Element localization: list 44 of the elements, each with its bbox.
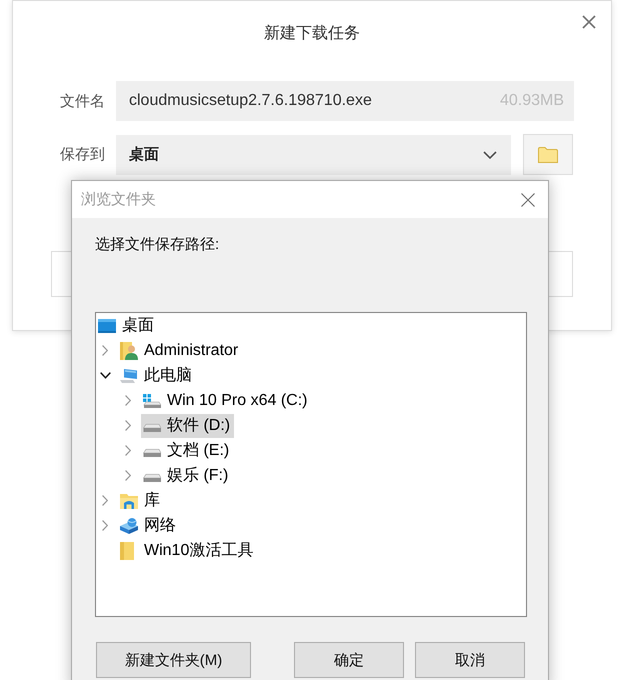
tree-item[interactable]: 文档 (E:) bbox=[141, 438, 234, 462]
close-icon[interactable] bbox=[521, 192, 535, 206]
dialog-title: 新建下载任务 bbox=[264, 24, 360, 44]
library-folder-icon bbox=[120, 492, 138, 508]
tree-item[interactable]: Win10激活工具 bbox=[118, 538, 258, 562]
network-icon bbox=[120, 518, 138, 534]
field-label: 保存到 bbox=[60, 145, 106, 164]
browse-folder-button[interactable] bbox=[523, 134, 573, 175]
chevron-down-icon[interactable] bbox=[100, 372, 110, 379]
dialog-title: 浏览文件夹 bbox=[81, 190, 156, 209]
chevron-right-icon[interactable] bbox=[125, 395, 131, 406]
user-folder-icon bbox=[120, 342, 138, 360]
computer-icon bbox=[120, 368, 138, 382]
chevron-down-icon[interactable] bbox=[483, 150, 497, 158]
drive-icon bbox=[143, 424, 161, 432]
dialog-button[interactable]: 新建文件夹(M) bbox=[96, 642, 251, 678]
dialog-button[interactable]: 确定 bbox=[294, 642, 404, 678]
prompt-text: 选择文件保存路径: bbox=[95, 235, 220, 255]
tree-item[interactable]: Administrator bbox=[118, 338, 242, 362]
tree-item[interactable]: 此电脑 bbox=[118, 364, 196, 388]
tree-item[interactable]: 桌面 bbox=[96, 314, 158, 338]
drive-icon bbox=[143, 448, 161, 456]
tree-item[interactable]: Win 10 Pro x64 (C:) bbox=[141, 388, 312, 412]
tree-item[interactable]: 库 bbox=[118, 488, 164, 512]
folder-icon bbox=[538, 146, 558, 162]
tree-item[interactable]: 娱乐 (F:) bbox=[141, 464, 232, 488]
chevron-right-icon[interactable] bbox=[125, 445, 131, 456]
folder-icon bbox=[120, 542, 134, 560]
tree-item[interactable]: 网络 bbox=[118, 514, 180, 538]
chevron-right-icon[interactable] bbox=[102, 495, 108, 506]
file-name-value: cloudmusicsetup2.7.6.198710.exe bbox=[129, 92, 372, 110]
save-location-dropdown[interactable]: 桌面 bbox=[116, 134, 511, 174]
chevron-right-icon[interactable] bbox=[102, 520, 108, 531]
tree-item[interactable]: 软件 (D:) bbox=[141, 414, 234, 438]
system-drive-icon bbox=[143, 394, 161, 408]
chevron-right-icon[interactable] bbox=[102, 345, 108, 356]
desktop-icon bbox=[98, 318, 116, 332]
chevron-right-icon[interactable] bbox=[125, 470, 131, 481]
drive-icon bbox=[143, 474, 161, 482]
dialog-button[interactable]: 取消 bbox=[415, 642, 525, 678]
dropdown-value: 桌面 bbox=[129, 145, 159, 164]
field-label: 文件名 bbox=[60, 92, 106, 110]
chevron-right-icon[interactable] bbox=[125, 420, 131, 431]
close-icon[interactable] bbox=[582, 15, 596, 29]
